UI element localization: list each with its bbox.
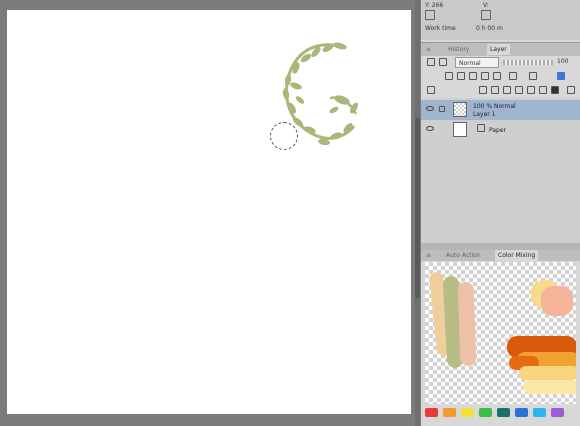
apply-mask-icon[interactable] (551, 86, 559, 94)
y-readout: Y: 266 (425, 2, 444, 9)
ruler-show-icon[interactable] (529, 72, 537, 80)
panel-divider[interactable] (421, 243, 580, 250)
layer-properties-bar: Normal 100 (421, 56, 580, 70)
layer-row-paper[interactable]: Paper (421, 120, 580, 140)
paper-thumbnail (453, 122, 467, 137)
brush-cursor (270, 122, 298, 150)
right-panel: Y: 266 V: Work time 0 h 00 m ≡ History L… (421, 0, 580, 426)
transfer-down-icon[interactable] (515, 86, 523, 94)
color-mixing-canvas[interactable] (425, 262, 576, 404)
visibility-eye-icon[interactable] (426, 126, 434, 131)
layer-toolbar-top (421, 70, 580, 83)
v-readout: V: (483, 2, 489, 9)
layer-name: Layer 1 (473, 111, 496, 118)
combine-icon[interactable] (527, 86, 535, 94)
color-tabbar: ≡ Auto Action Color Mixing (421, 250, 580, 261)
chevron-down-icon[interactable] (439, 58, 447, 66)
ruler-icon[interactable] (469, 72, 477, 80)
palette-swatch[interactable] (551, 408, 564, 417)
opacity-value[interactable]: 100 (557, 58, 568, 65)
work-time-value: 0 h 00 m (476, 25, 503, 32)
crop-icon (425, 10, 435, 20)
layer-list: 100 % Normal Layer 1 Paper (421, 98, 580, 243)
visibility-eye-icon[interactable] (426, 106, 434, 111)
blend-mode-select[interactable]: Normal (455, 57, 499, 68)
rotate-icon (481, 10, 491, 20)
tab-layer[interactable]: Layer (487, 44, 510, 55)
palette-swatch[interactable] (533, 408, 546, 417)
layer-blend-label: 100 % Normal (473, 103, 516, 110)
layer-toolbar-bottom (421, 84, 580, 97)
paint-strokes (429, 272, 576, 394)
menu-icon[interactable]: ≡ (423, 250, 434, 261)
panel-menu-icon[interactable] (427, 86, 435, 94)
tab-history[interactable]: History (445, 44, 472, 55)
new-folder-icon[interactable] (503, 86, 511, 94)
canvas-area[interactable] (0, 0, 420, 426)
new-raster-layer-icon[interactable] (479, 86, 487, 94)
tab-color-mixing[interactable]: Color Mixing (495, 250, 539, 261)
color-palette (425, 408, 576, 420)
palette-swatch[interactable] (425, 408, 438, 417)
reference-icon[interactable] (445, 72, 453, 80)
opacity-slider[interactable] (503, 60, 553, 65)
palette-swatch[interactable] (443, 408, 456, 417)
layer-name: Paper (489, 127, 506, 134)
palette-swatch[interactable] (497, 408, 510, 417)
scrollbar-thumb[interactable] (415, 118, 420, 298)
canvas-scrollbar[interactable] (415, 0, 420, 426)
tab-auto-action[interactable]: Auto Action (443, 250, 484, 261)
layer-thumbnail (453, 102, 467, 117)
lock-icon[interactable] (481, 72, 489, 80)
palette-swatch[interactable] (461, 408, 474, 417)
palette-swatch[interactable] (515, 408, 528, 417)
paper-icon (477, 124, 485, 132)
pen-edit-icon (439, 106, 445, 112)
work-time-label: Work time (425, 25, 456, 32)
layer-row-layer1[interactable]: 100 % Normal Layer 1 (421, 100, 580, 120)
new-vector-layer-icon[interactable] (491, 86, 499, 94)
mask-create-icon[interactable] (539, 86, 547, 94)
layer-color-icon[interactable] (427, 58, 435, 66)
menu-icon[interactable]: ≡ (423, 44, 434, 55)
palette-swatch[interactable] (479, 408, 492, 417)
layer-tabbar: ≡ History Layer (421, 42, 580, 56)
clip-icon[interactable] (457, 72, 465, 80)
navigator-panel: Y: 266 V: Work time 0 h 00 m (421, 0, 580, 40)
layer-color-toggle-icon[interactable] (557, 72, 565, 80)
trash-icon[interactable] (567, 86, 575, 94)
mask-icon[interactable] (509, 72, 517, 80)
lock-transparent-icon[interactable] (493, 72, 501, 80)
